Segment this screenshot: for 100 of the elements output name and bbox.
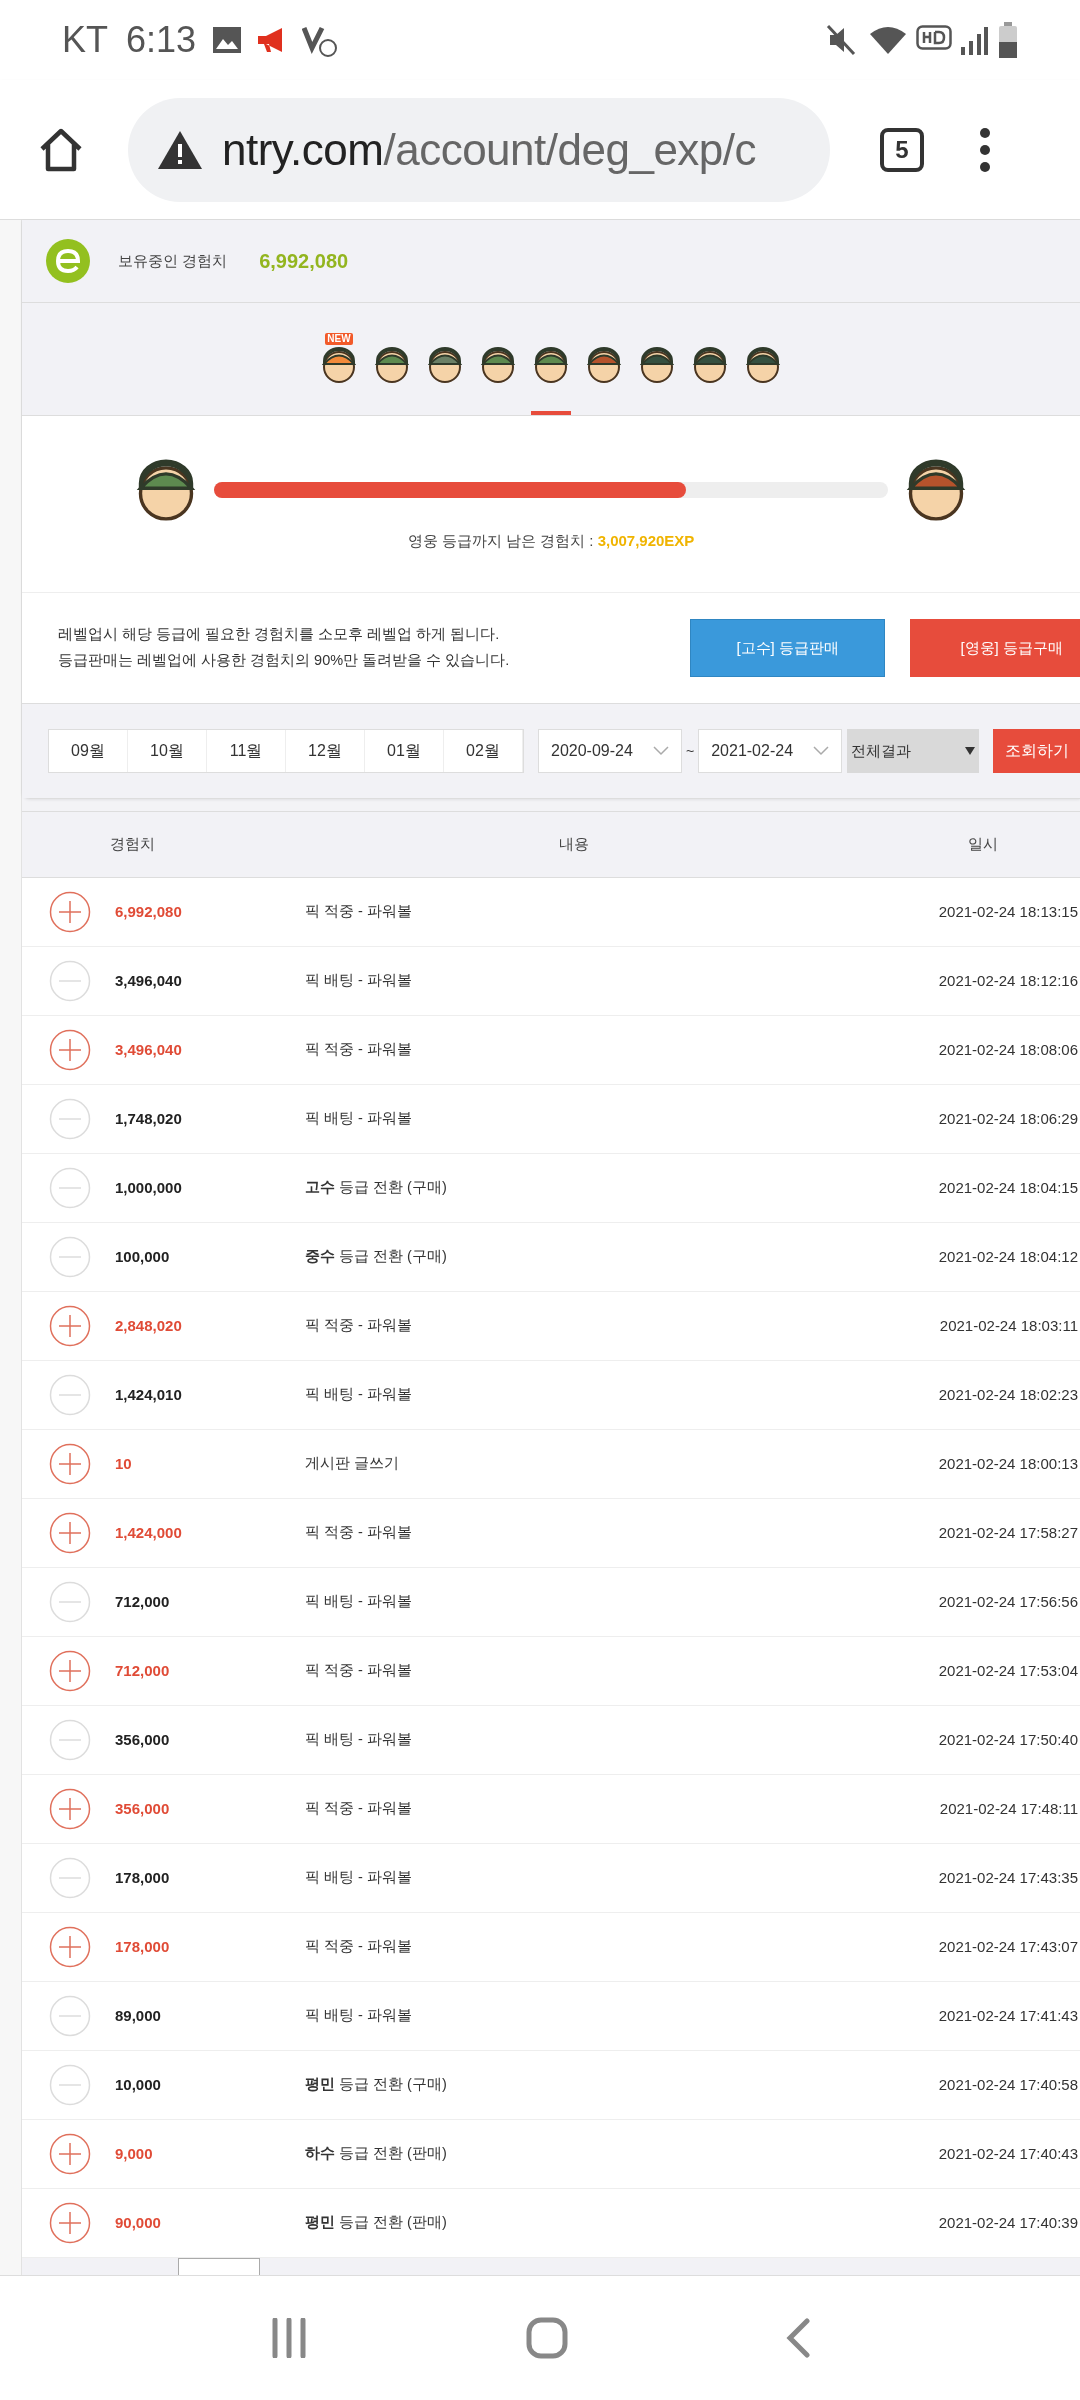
search-button[interactable]: 조회하기 [993, 729, 1080, 773]
amount-cell-text: 100,000 [115, 1246, 171, 1267]
carrier-text: KT [62, 18, 108, 62]
wifi-icon [868, 24, 908, 56]
amount-cell-text: 89,000 [115, 2005, 162, 2026]
tab-count-button[interactable]: 5 [880, 127, 924, 172]
content-cell-text: 하수 등급 전환 (판매) [305, 2144, 448, 2164]
minus-circle-icon [49, 1995, 91, 2037]
time-cell-text: 2021-02-24 17:56:56 [938, 1591, 1078, 1612]
helmet-avatar-icon [478, 345, 518, 385]
url-text: ntry.com/account/deg_exp/c [222, 123, 757, 176]
minus-circle-icon [49, 1167, 91, 1209]
buy-grade-button[interactable]: [영웅] 등급구매 [910, 619, 1080, 677]
month-button[interactable]: 10월 [128, 730, 207, 772]
time-cell-text: 2021-02-24 18:02:23 [938, 1384, 1078, 1405]
chevron-down-icon [653, 746, 669, 756]
content-cell-text: 픽 적중 - 파워볼 [305, 1316, 413, 1336]
page-tab[interactable] [178, 2258, 260, 2278]
content-cell-text: 픽 적중 - 파워볼 [305, 1040, 413, 1060]
amount-cell-text: 712,000 [115, 1591, 171, 1612]
amount-cell-text: 356,000 [115, 1729, 171, 1750]
time-cell-text: 2021-02-24 18:13:15 [938, 901, 1078, 922]
amount-cell-text: 1,000,000 [115, 1177, 183, 1198]
amount-cell-text: 3,496,040 [115, 970, 183, 991]
helmet-avatar-icon [637, 345, 677, 385]
clock-text: 6:13 [126, 18, 197, 62]
amount-cell-text: 178,000 [115, 1936, 171, 1957]
dropdown-triangle-icon [965, 747, 976, 755]
result-select[interactable]: 전체결과 [847, 729, 980, 773]
amount-cell-text: 3,496,040 [115, 1039, 183, 1060]
amount-cell-text: 10,000 [115, 2074, 162, 2095]
image-icon [212, 26, 243, 54]
e-logo-icon [46, 239, 90, 283]
month-button[interactable]: 11월 [207, 730, 286, 772]
url-field[interactable]: ntry.com/account/deg_exp/c [128, 97, 830, 202]
month-button[interactable]: 02월 [444, 730, 523, 772]
time-cell-text: 2021-02-24 17:58:27 [938, 1522, 1078, 1543]
signal-icon [960, 25, 988, 55]
amount-cell-text: 178,000 [115, 1867, 171, 1888]
amount-cell-text: 2,848,020 [115, 1315, 183, 1336]
column-header: 경험치 [110, 834, 156, 854]
back-icon[interactable] [785, 2318, 812, 2358]
column-header: 내용 [559, 834, 589, 854]
time-cell-text: 2021-02-24 17:48:11 [939, 1798, 1078, 1819]
time-cell-text: 2021-02-24 17:50:40 [938, 1729, 1078, 1750]
content-cell-text: 중수 등급 전환 (구매) [305, 1247, 448, 1267]
plus-circle-icon [49, 1512, 91, 1554]
remaining-exp-text: 영웅 등급까지 남은 경험치 : 3,007,920EXP [407, 530, 695, 551]
amount-cell-text: 90,000 [115, 2212, 162, 2233]
amount-cell-text: 10 [115, 1453, 133, 1474]
content-cell-text: 픽 적중 - 파워볼 [305, 1799, 413, 1819]
amount-cell-text: 356,000 [115, 1798, 171, 1819]
month-button[interactable]: 12월 [286, 730, 365, 772]
helmet-avatar-icon [319, 345, 359, 385]
content-cell-text: 픽 적중 - 파워볼 [305, 1661, 413, 1681]
chevron-down-icon [813, 746, 830, 756]
amount-cell-text: 6,992,080 [115, 901, 183, 922]
home-button-icon[interactable] [526, 2317, 568, 2359]
battery-icon [998, 22, 1018, 58]
new-badge: NEW [325, 333, 353, 345]
amount-cell-text: 1,748,020 [115, 1108, 183, 1129]
more-icon[interactable] [978, 126, 992, 173]
date-to-field[interactable]: 2021-02-24 [698, 729, 843, 773]
time-cell-text: 2021-02-24 17:43:07 [938, 1936, 1078, 1957]
amount-cell-text: 712,000 [115, 1660, 171, 1681]
info-text: 레벨업시 해당 등급에 필요한 경험치를 소모후 레벨업 하게 됩니다. [58, 625, 501, 645]
amount-cell-text: 1,424,010 [115, 1384, 183, 1405]
minus-circle-icon [49, 1236, 91, 1278]
plus-circle-icon [49, 1029, 91, 1071]
helmet-avatar-icon [425, 345, 465, 385]
exp-value: 6,992,080 [259, 249, 349, 274]
content-cell-text: 픽 배팅 - 파워볼 [305, 1868, 413, 1888]
time-cell-text: 2021-02-24 18:08:06 [938, 1039, 1078, 1060]
helmet-avatar-icon [690, 345, 730, 385]
time-cell-text: 2021-02-24 17:53:04 [938, 1660, 1078, 1681]
month-button[interactable]: 09월 [49, 730, 128, 772]
month-button[interactable]: 01월 [365, 730, 444, 772]
column-header: 일시 [968, 834, 998, 854]
time-cell-text: 2021-02-24 17:40:58 [938, 2074, 1078, 2095]
info-text: 등급판매는 레벨업에 사용한 경험치의 90%만 돌려받을 수 있습니다. [58, 651, 511, 670]
helmet-avatar-icon [372, 345, 412, 385]
time-cell-text: 2021-02-24 18:00:13 [938, 1453, 1078, 1474]
content-cell-text: 픽 적중 - 파워볼 [305, 902, 413, 922]
content-cell-text: 픽 배팅 - 파워볼 [305, 971, 413, 991]
plus-circle-icon [49, 891, 91, 933]
time-cell-text: 2021-02-24 18:04:15 [938, 1177, 1078, 1198]
plus-circle-icon [49, 1650, 91, 1692]
time-cell-text: 2021-02-24 18:12:16 [938, 970, 1078, 991]
date-from-field[interactable]: 2020-09-24 [538, 729, 682, 773]
amount-cell-text: 9,000 [115, 2143, 154, 2164]
content-cell-text: 픽 적중 - 파워볼 [305, 1523, 413, 1543]
content-cell-text: 픽 적중 - 파워볼 [305, 1937, 413, 1957]
time-cell-text: 2021-02-24 17:43:35 [938, 1867, 1078, 1888]
helmet-avatar-icon [743, 345, 783, 385]
content-cell-text: 고수 등급 전환 (구매) [305, 1178, 448, 1198]
content-cell-text: 픽 배팅 - 파워볼 [305, 1730, 413, 1750]
plus-circle-icon [49, 1788, 91, 1830]
plus-circle-icon [49, 2202, 91, 2244]
plus-circle-icon [49, 2133, 91, 2175]
content-cell-text: 평민 등급 전환 (판매) [305, 2213, 448, 2233]
